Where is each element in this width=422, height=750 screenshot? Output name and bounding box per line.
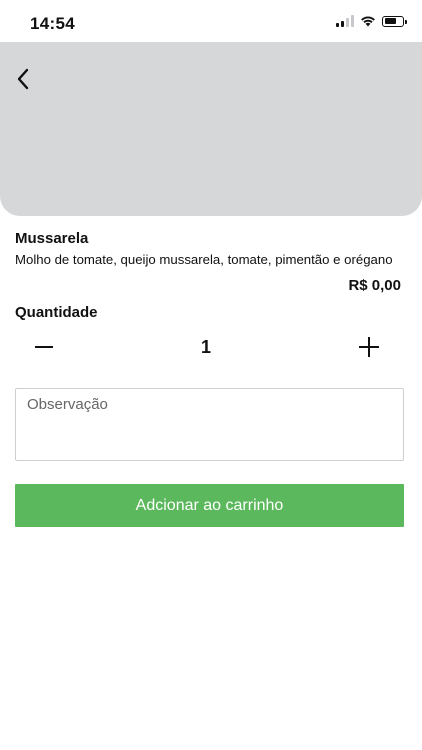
decrement-button[interactable] <box>30 334 58 360</box>
back-button[interactable] <box>8 62 38 96</box>
cellular-signal-icon <box>336 15 354 27</box>
observation-field[interactable] <box>15 388 404 461</box>
wifi-icon <box>361 16 375 27</box>
battery-icon <box>382 15 407 27</box>
product-name: Mussarela <box>15 230 89 247</box>
quantity-label: Quantidade <box>15 304 98 321</box>
quantity-value: 1 <box>200 337 211 357</box>
product-price: R$ 0,00 <box>348 277 401 294</box>
add-to-cart-button[interactable]: Adcionar ao carrinho <box>15 484 404 527</box>
increment-button[interactable] <box>355 334 383 360</box>
status-time: 14:54 <box>30 14 75 33</box>
minus-icon <box>35 346 53 348</box>
status-bar: 14:54 <box>0 0 422 44</box>
product-image-placeholder <box>0 42 422 216</box>
status-icons <box>336 15 407 27</box>
plus-icon <box>359 337 379 357</box>
chevron-left-icon <box>17 68 29 90</box>
product-description: Molho de tomate, queijo mussarela, tomat… <box>15 252 393 267</box>
